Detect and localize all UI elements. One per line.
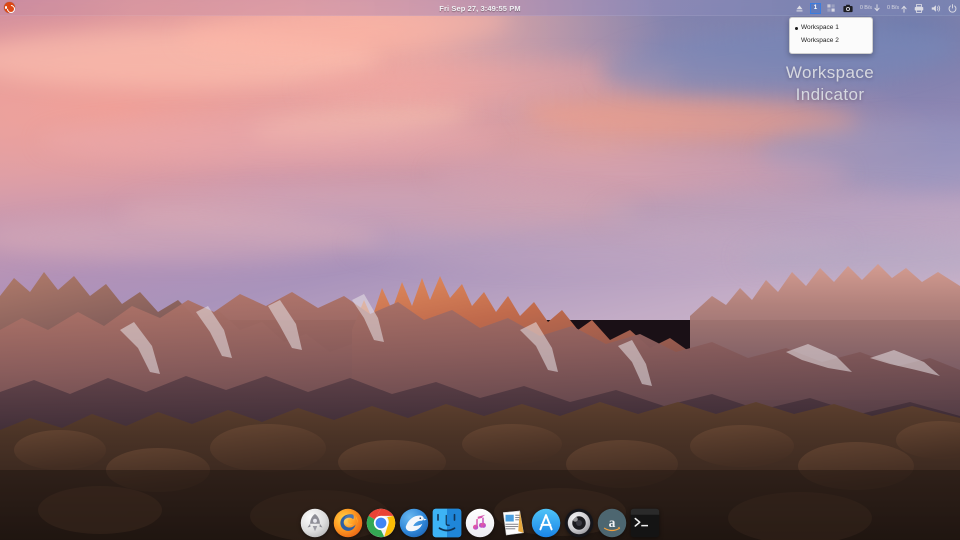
selected-bullet-icon bbox=[795, 27, 798, 30]
network-download-rate[interactable]: 0 B/s bbox=[859, 1, 881, 15]
arrow-up-icon bbox=[901, 5, 907, 13]
desktop-background[interactable] bbox=[0, 0, 960, 540]
dock-item-system[interactable] bbox=[564, 508, 594, 538]
dock-item-app-store[interactable] bbox=[531, 508, 561, 538]
download-rate-text: 0 B/s bbox=[859, 5, 872, 11]
screenshot-camera-icon[interactable] bbox=[842, 1, 854, 15]
dock-item-amazon[interactable]: a bbox=[597, 508, 627, 538]
workspace-menu-item-label: Workspace 2 bbox=[801, 37, 839, 45]
workspace-menu-item-2[interactable]: Workspace 2 bbox=[790, 35, 872, 48]
dock-item-launchpad[interactable] bbox=[300, 508, 330, 538]
dock-item-pages[interactable] bbox=[498, 508, 528, 538]
volume-icon[interactable] bbox=[930, 1, 942, 15]
arrow-down-icon bbox=[874, 3, 880, 11]
dock-item-music[interactable] bbox=[465, 508, 495, 538]
svg-text:a: a bbox=[609, 515, 616, 530]
dock-item-chrome[interactable] bbox=[366, 508, 396, 538]
workspace-menu-item-label: Workspace 1 bbox=[801, 24, 839, 32]
dock-item-finder[interactable] bbox=[432, 508, 462, 538]
dock: a bbox=[296, 500, 664, 538]
menu-bar: Fri Sep 27, 3:49:55 PM 1 0 B/s 0 B/s bbox=[0, 0, 960, 16]
ubuntu-logo-icon[interactable] bbox=[4, 2, 15, 13]
dock-item-firefox[interactable] bbox=[333, 508, 363, 538]
dock-item-terminal[interactable] bbox=[630, 508, 660, 538]
workspace-menu-item-1[interactable]: Workspace 1 bbox=[790, 22, 872, 35]
mountain-range bbox=[0, 264, 960, 540]
upload-rate-text: 0 B/s bbox=[886, 5, 899, 11]
eject-icon[interactable] bbox=[794, 1, 805, 15]
clock[interactable]: Fri Sep 27, 3:49:55 PM bbox=[439, 4, 520, 13]
workspace-indicator-button[interactable]: 1 bbox=[809, 2, 821, 14]
power-icon[interactable] bbox=[947, 1, 958, 15]
printer-icon[interactable] bbox=[913, 1, 925, 15]
selected-bullet-placeholder bbox=[795, 40, 798, 43]
dock-item-browser-bird[interactable] bbox=[399, 508, 429, 538]
system-tray: 1 0 B/s 0 B/s bbox=[794, 0, 958, 16]
workspace-dropdown-menu[interactable]: Workspace 1 Workspace 2 bbox=[789, 17, 873, 54]
network-upload-rate[interactable]: 0 B/s bbox=[886, 1, 908, 15]
app-grid-icon[interactable] bbox=[826, 1, 837, 15]
